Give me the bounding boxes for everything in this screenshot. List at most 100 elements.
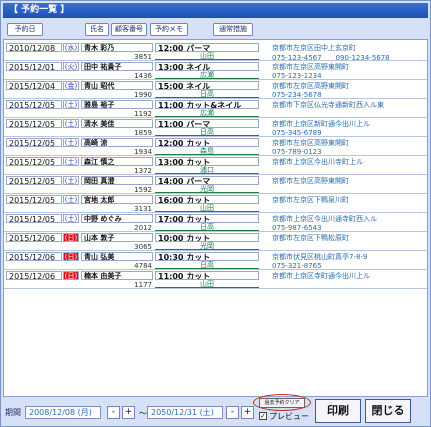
- period-from-minus-button[interactable]: -: [107, 406, 120, 419]
- row-address: 京都市左京区高野東開町: [272, 82, 349, 90]
- row-date: 2015/12/04: [6, 81, 62, 90]
- row-address: 京都市左京区下鴨泉川町: [272, 196, 349, 204]
- period-from-field[interactable]: 2008/12/08 (月): [25, 406, 101, 419]
- reservation-row[interactable]: 2015/12/05 (土) 宮地 太郎 3131 16:00 カット 山田 京都市左京区下…: [4, 194, 427, 213]
- row-time-menu: 10:30 カット: [155, 252, 259, 261]
- period-to-plus-button[interactable]: +: [241, 406, 254, 419]
- row-address: 京都市左京区高野東開町: [272, 63, 349, 71]
- row-date: 2015/12/01: [6, 62, 62, 71]
- row-weekday: (土): [63, 176, 79, 185]
- regular-button[interactable]: 通常措施: [213, 23, 253, 36]
- preview-label: プレビュー: [269, 412, 309, 421]
- reservation-row[interactable]: 2015/12/01 (火) 田中 祐貴子 1436 13:00 ネイル 広瀬 京都市左京区…: [4, 61, 427, 80]
- reservation-row[interactable]: 2015/12/05 (土) 高崎 涼 1934 12:00 カット 森島 京都市左京区高野…: [4, 137, 427, 156]
- row-address: 京都市伏見区桃山町真亭7-8-9: [272, 253, 368, 261]
- period-to-field[interactable]: 2050/12/31 (土): [147, 406, 223, 419]
- sort-by-customer-no-button[interactable]: 顧客番号: [111, 23, 147, 36]
- sort-by-date-button[interactable]: 予約日: [7, 23, 43, 36]
- row-address: 京都市左京区下鴨松原町: [272, 234, 349, 242]
- row-time-menu: 13:00 カット: [155, 157, 259, 166]
- row-time-menu: 14:00 パーマ: [155, 176, 259, 185]
- row-customer-name: 森江 慎之: [81, 157, 153, 166]
- row-staff: 森島: [155, 147, 259, 155]
- row-staff: 光岡: [155, 242, 259, 250]
- row-time-menu: 13:00 ネイル: [155, 62, 259, 71]
- row-staff: 山田: [155, 280, 259, 288]
- reservation-row[interactable]: 2015/12/05 (土) 中野 めぐみ 2012 17:00 カット 日高 京都市上京区…: [4, 213, 427, 232]
- sort-by-memo-button[interactable]: 予約メモ: [150, 23, 188, 36]
- row-date: 2015/12/06: [6, 271, 62, 280]
- row-customer-name: 青木 彩乃: [81, 43, 153, 52]
- row-staff: 日高: [155, 128, 259, 136]
- row-date: 2010/12/08: [6, 43, 62, 52]
- row-address: 京都市上京区今出川通寺町西入ル: [272, 215, 377, 223]
- row-date: 2015/12/05: [6, 195, 62, 204]
- row-customer-name: 楠本 由美子: [81, 271, 153, 280]
- row-time-menu: 15:00 ネイル: [155, 81, 259, 90]
- row-customer-name: 中野 めぐみ: [81, 214, 153, 223]
- preview-checkbox[interactable]: ✓: [259, 412, 267, 420]
- row-address: 京都市上京区今出川寺町上ル: [272, 158, 363, 166]
- row-time-menu: 12:00 パーマ: [155, 43, 259, 52]
- row-date: 2015/12/05: [6, 119, 62, 128]
- sort-by-name-button[interactable]: 氏名: [85, 23, 109, 36]
- clear-past-reservations-button[interactable]: 過去予約クリア: [259, 398, 305, 408]
- row-customer-name: 雅島 裕子: [81, 100, 153, 109]
- row-date: 2015/12/06: [6, 252, 62, 261]
- row-weekday: (土): [63, 119, 79, 128]
- window-title: 【 予約一覧 】: [3, 3, 428, 18]
- print-button[interactable]: 印刷: [315, 399, 361, 423]
- row-time-menu: 11:00 カット: [155, 271, 259, 280]
- row-weekday: (火): [63, 62, 79, 71]
- row-customer-name: 青山 弘美: [81, 252, 153, 261]
- reservation-row[interactable]: 2015/12/06 (日) 山本 敦子 3065 10:00 カット 光岡 京都市左京区下…: [4, 232, 427, 251]
- row-address: 京都市左京区高野東開町: [272, 177, 349, 185]
- reservation-row[interactable]: 2015/12/04 (金) 青山 昭代 1990 15:00 ネイル 日高 京都市左京区高…: [4, 80, 427, 99]
- row-customer-name: 山本 敦子: [81, 233, 153, 242]
- reservation-row[interactable]: 2010/12/08 (水) 青木 彩乃 3851 12:00 パーマ 山田 京都市左京区田…: [4, 42, 427, 62]
- row-time-menu: 11:00 パーマ: [155, 119, 259, 128]
- row-staff: 日高: [155, 261, 259, 269]
- row-address: 京都市下京区仏光寺通新町西入ル東: [272, 101, 384, 109]
- row-separator: [4, 288, 427, 289]
- row-staff: 山田: [155, 204, 259, 212]
- row-date: 2015/12/05: [6, 176, 62, 185]
- row-staff: 山田: [155, 52, 259, 60]
- row-weekday: (日): [63, 271, 79, 280]
- reservation-row[interactable]: 2015/12/05 (土) 森江 慎之 1372 13:00 カット 浦口 京都市上京区今…: [4, 156, 427, 175]
- reservation-row[interactable]: 2015/12/06 (日) 楠本 由美子 1177 11:00 カット 山田 京都市上京区…: [4, 270, 427, 289]
- sort-toolbar: 予約日 氏名 顧客番号 予約メモ 通常措施: [3, 19, 428, 39]
- row-customer-name: 田中 祐貴子: [81, 62, 153, 71]
- row-date: 2015/12/05: [6, 214, 62, 223]
- close-button[interactable]: 閉じる: [365, 399, 411, 423]
- row-date: 2015/12/05: [6, 100, 62, 109]
- reservation-row[interactable]: 2015/12/06 (日) 青山 弘美 4784 10:30 カット 日高 京都市伏見区桃…: [4, 251, 427, 270]
- period-to-minus-button[interactable]: -: [226, 406, 239, 419]
- row-address: 京都市左京区高野東開町: [272, 139, 349, 147]
- row-weekday: (金): [63, 81, 79, 90]
- row-customer-name: 高崎 涼: [81, 138, 153, 147]
- row-time-menu: 10:00 カット: [155, 233, 259, 242]
- row-staff: 日高: [155, 223, 259, 231]
- period-from-plus-button[interactable]: +: [122, 406, 135, 419]
- row-customer-name: 宮地 太郎: [81, 195, 153, 204]
- row-date: 2015/12/05: [6, 138, 62, 147]
- reservation-row[interactable]: 2015/12/05 (土) 岡田 真澄 1592 14:00 パーマ 光岡 京都市左京区高…: [4, 175, 427, 194]
- row-address: 京都市上京区新町通今出川上ル: [272, 120, 370, 128]
- row-date: 2015/12/05: [6, 157, 62, 166]
- period-tilde: ～: [139, 409, 147, 418]
- reservation-row[interactable]: 2015/12/05 (土) 清水 美佳 1859 11:00 パーマ 日高 京都市上京区新…: [4, 118, 427, 137]
- reservation-list[interactable]: 2010/12/08 (水) 青木 彩乃 3851 12:00 パーマ 山田 京都市左京区田…: [3, 39, 428, 397]
- row-staff: 広瀬: [155, 71, 259, 79]
- bottom-bar: 期間 2008/12/08 (月) - + ～ 2050/12/31 (土) -…: [3, 394, 428, 426]
- row-time-menu: 11:00 カット&ネイル: [155, 100, 259, 109]
- row-address: 京都市上京区寺町通今出川上ル: [272, 272, 370, 280]
- reservation-list-window: 【 予約一覧 】 予約日 氏名 顧客番号 予約メモ 通常措施 2010/12/0…: [0, 0, 431, 427]
- row-customer-name: 清水 美佳: [81, 119, 153, 128]
- row-weekday: (日): [63, 252, 79, 261]
- reservation-row[interactable]: 2015/12/05 (土) 雅島 裕子 1192 11:00 カット&ネイル 広瀬 京都市…: [4, 99, 427, 118]
- row-weekday: (土): [63, 138, 79, 147]
- row-weekday: (土): [63, 214, 79, 223]
- row-customer-name: 青山 昭代: [81, 81, 153, 90]
- row-weekday: (水): [63, 43, 79, 52]
